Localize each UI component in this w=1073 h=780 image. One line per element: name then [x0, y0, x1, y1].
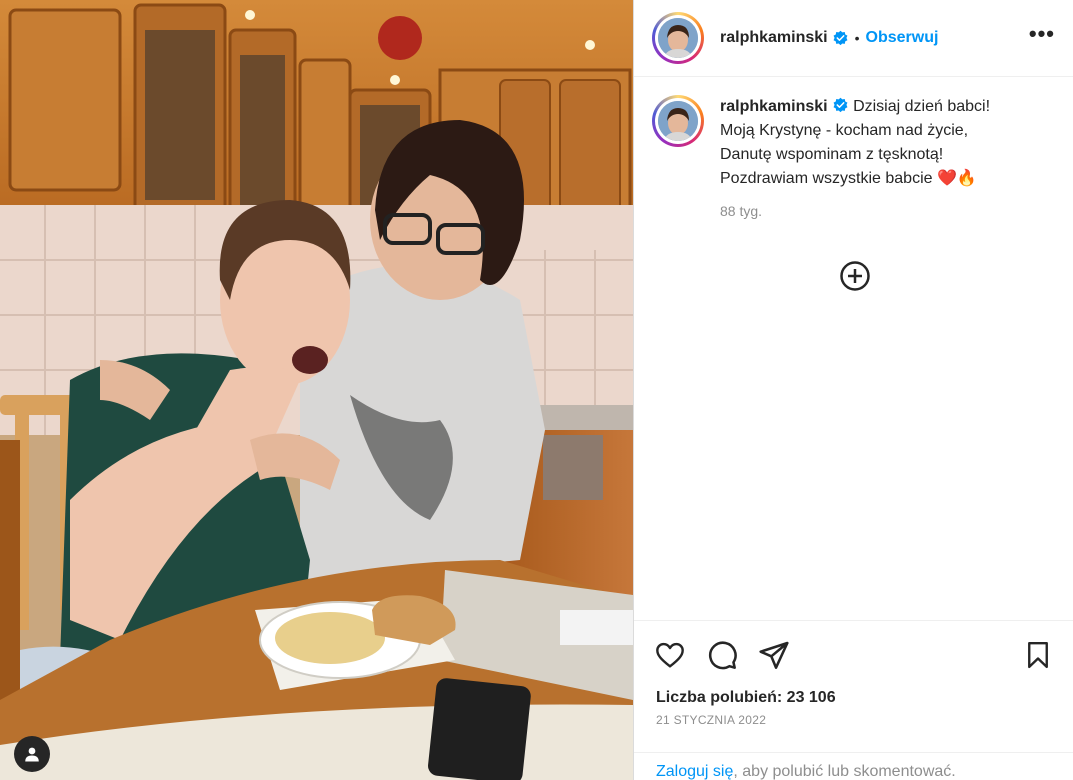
- likes-count[interactable]: Liczba polubień: 23 106: [634, 689, 1073, 707]
- verified-icon: [833, 30, 848, 45]
- like-icon: [656, 642, 684, 668]
- post-header: ralphkaminski • Obserwuj •••: [634, 0, 1073, 77]
- post-caption: ralphkaminski Dzisiaj dzień babci! Moją …: [634, 77, 1073, 223]
- post-time-ago[interactable]: 88 tyg.: [720, 199, 1040, 223]
- caption-line: Moją Krystynę - kocham nad życie,: [720, 122, 969, 139]
- avatar-image: [658, 18, 698, 58]
- comment-icon: [708, 641, 737, 670]
- like-button[interactable]: [652, 637, 688, 673]
- follow-button[interactable]: Obserwuj: [866, 29, 939, 47]
- tagged-user-icon: [25, 747, 39, 762]
- share-button[interactable]: [756, 637, 792, 673]
- login-link[interactable]: Zaloguj się: [656, 763, 733, 780]
- caption-text: ralphkaminski Dzisiaj dzień babci! Moją …: [720, 95, 1040, 223]
- caption-line: Dzisiaj dzień babci!: [853, 98, 991, 115]
- post-date: 21 STYCZNIA 2022: [656, 713, 767, 727]
- avatar[interactable]: [652, 12, 704, 64]
- header-username[interactable]: ralphkaminski: [720, 29, 828, 47]
- post-actions-section: Liczba polubień: 23 106 21 STYCZNIA 2022: [634, 620, 1073, 727]
- login-prompt-text: , aby polubić lub skomentować.: [733, 763, 956, 780]
- save-button[interactable]: [1020, 637, 1056, 673]
- load-more-icon[interactable]: [839, 260, 871, 292]
- share-icon: [759, 641, 789, 669]
- action-bar: [634, 621, 1073, 689]
- login-prompt: Zaloguj się, aby polubić lub skomentować…: [634, 752, 1073, 780]
- separator-dot: •: [854, 30, 860, 46]
- caption-line: Pozdrawiam wszystkie babcie ❤️🔥: [720, 170, 977, 187]
- avatar-image: [658, 101, 698, 141]
- post-sidebar: ralphkaminski • Obserwuj ••• ralphkamins…: [633, 0, 1073, 780]
- save-icon: [1028, 641, 1048, 669]
- caption-username[interactable]: ralphkaminski: [720, 98, 828, 115]
- caption-avatar[interactable]: [652, 95, 704, 147]
- comment-button[interactable]: [704, 637, 740, 673]
- post-photo[interactable]: [0, 0, 633, 780]
- tagged-user-button[interactable]: [14, 736, 50, 772]
- verified-icon: [833, 97, 848, 113]
- caption-line: Danutę wspominam z tęsknotą!: [720, 146, 944, 163]
- kitchen-photo: [0, 0, 633, 780]
- more-options-icon[interactable]: •••: [1029, 21, 1055, 55]
